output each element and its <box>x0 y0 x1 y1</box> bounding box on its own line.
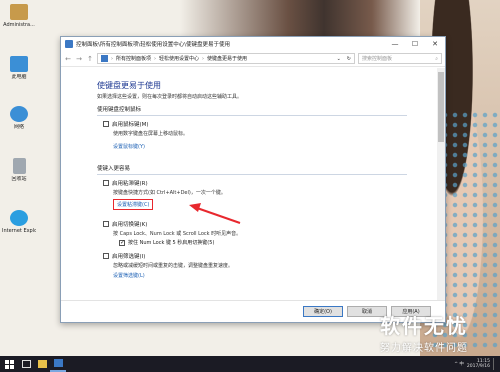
clock[interactable]: 11:15 2017/9/16 <box>467 359 490 369</box>
breadcrumb-ease-of-access[interactable]: 轻松使用设置中心 <box>159 55 199 62</box>
search-box[interactable]: 搜索控制面板 ⌕ <box>358 53 442 64</box>
toggle-keys-hold-label: 按住 Num Lock 键 5 秒启用切换键(5) <box>128 240 215 246</box>
desktop-icon-user[interactable]: Administra... <box>2 4 36 28</box>
title-bar[interactable]: 控制面板\所有控制面板项\轻松使用设置中心\使键盘更易于使用 — ☐ ✕ <box>61 37 445 51</box>
toggle-keys-option[interactable]: 启用切换键(K) <box>103 220 437 228</box>
page-title: 使键盘更易于使用 <box>97 81 161 90</box>
toggle-keys-hold-option[interactable]: 按住 Num Lock 键 5 秒启用切换键(5) <box>119 239 437 246</box>
user-folder-icon <box>10 4 28 20</box>
task-view-button[interactable] <box>18 356 34 372</box>
desktop-icon-label: Administra... <box>3 22 35 28</box>
search-placeholder: 搜索控制面板 <box>362 56 393 62</box>
minimize-button[interactable]: — <box>385 37 405 51</box>
task-view-icon <box>21 360 31 368</box>
sticky-keys-option[interactable]: 启用粘滞键(R) <box>103 179 437 187</box>
filter-keys-checkbox[interactable] <box>103 253 109 259</box>
back-icon[interactable]: ← <box>64 55 72 63</box>
filter-keys-option[interactable]: 启用筛选键(I) <box>103 252 437 260</box>
crumb-separator: › <box>202 55 205 62</box>
mouse-keys-desc: 使用数字键盘在屏幕上移动鼠标。 <box>113 131 189 137</box>
annotation-arrow <box>189 203 241 224</box>
control-panel-small-icon <box>101 55 108 62</box>
toggle-keys-desc: 按 Caps Lock、Num Lock 或 Scroll Lock 时听见声音… <box>113 231 242 237</box>
settings-content: 使键盘更易于使用 如果选择这些设置，则在每次登录时都将自动启动这些辅助工具。 使… <box>61 68 437 300</box>
wallpaper-photo-top <box>180 0 420 40</box>
vertical-scrollbar[interactable] <box>437 68 445 300</box>
filter-keys-settings-link[interactable]: 设置筛选键(L) <box>113 272 437 279</box>
watermark-subtitle: 努力解决软件问题 <box>380 343 468 354</box>
taskbar-control-panel[interactable] <box>50 356 66 372</box>
computer-icon <box>10 56 28 72</box>
sticky-keys-checkbox[interactable] <box>103 180 109 186</box>
sticky-keys-desc: 按键盘快捷方式(如 Ctrl+Alt+Del)，一次一个键。 <box>113 190 226 196</box>
filter-keys-label: 启用筛选键(I) <box>112 254 146 260</box>
watermark-title: 软件无忧 <box>380 314 468 338</box>
scrollbar-thumb[interactable] <box>438 72 444 142</box>
network-icon <box>10 106 28 122</box>
search-icon: ⌕ <box>435 55 438 62</box>
desktop-icon-label: 回收站 <box>11 176 27 182</box>
up-icon[interactable]: ↑ <box>86 55 94 63</box>
sticky-keys-label: 启用粘滞键(R) <box>112 181 148 187</box>
refresh-icon[interactable]: ↻ <box>347 56 354 62</box>
desktop-icon-network[interactable]: 网络 <box>2 106 36 130</box>
mouse-keys-label: 启用鼠标键(M) <box>112 122 149 128</box>
tray-icons[interactable]: ^ 中 <box>454 361 464 367</box>
ok-button[interactable]: 确定(O) <box>303 306 343 317</box>
toggle-keys-label: 启用切换键(K) <box>112 222 148 228</box>
desktop-icon-ie[interactable]: Internet Explorer <box>2 210 36 234</box>
control-panel-taskbar-icon <box>53 359 63 367</box>
desktop-icon-label: Internet Explorer <box>2 228 36 234</box>
address-bar[interactable]: › 所有控制面板项 › 轻松使用设置中心 › 使键盘更易于使用 ⌄ ↻ <box>97 53 355 64</box>
close-button[interactable]: ✕ <box>425 37 445 51</box>
control-panel-icon <box>65 40 73 48</box>
breadcrumb-all-items[interactable]: 所有控制面板项 <box>116 55 151 62</box>
control-panel-window: 控制面板\所有控制面板项\轻松使用设置中心\使键盘更易于使用 — ☐ ✕ ← →… <box>60 36 446 323</box>
page-description: 如果选择这些设置，则在每次登录时都将自动启动这些辅助工具。 <box>97 94 243 100</box>
windows-logo-icon <box>4 359 14 369</box>
file-explorer-icon <box>37 360 47 368</box>
mouse-keys-checkbox[interactable] <box>103 121 109 127</box>
section-heading-typing: 使键入更容易 <box>97 164 407 175</box>
system-tray: ^ 中 11:15 2017/9/16 <box>454 358 500 370</box>
mouse-keys-option[interactable]: 启用鼠标键(M) <box>103 120 437 128</box>
toggle-keys-checkbox[interactable] <box>103 221 109 227</box>
section-heading-mouse-keys: 使用键盘控制鼠标 <box>97 105 407 116</box>
clock-date: 2017/9/16 <box>466 364 490 369</box>
sticky-keys-settings-link[interactable]: 设置粘滞键(C) <box>113 199 154 210</box>
desktop-icon-label: 网络 <box>13 124 24 130</box>
start-button[interactable] <box>0 356 18 372</box>
address-row: ← → ↑ › 所有控制面板项 › 轻松使用设置中心 › 使键盘更易于使用 ⌄ … <box>61 51 445 67</box>
mouse-keys-settings-link[interactable]: 设置鼠标键(Y) <box>113 143 437 150</box>
desktop-icon-recycle[interactable]: 回收站 <box>2 158 36 182</box>
window-title: 控制面板\所有控制面板项\轻松使用设置中心\使键盘更易于使用 <box>76 42 231 48</box>
forward-icon[interactable]: → <box>75 55 83 63</box>
taskbar: ^ 中 11:15 2017/9/16 <box>0 356 500 372</box>
crumb-separator: › <box>111 55 113 62</box>
maximize-button[interactable]: ☐ <box>405 37 425 51</box>
desktop-icon-computer[interactable]: 此电脑 <box>2 56 36 80</box>
breadcrumb-keyboard[interactable]: 使键盘更易于使用 <box>207 55 247 62</box>
ie-icon <box>10 210 28 226</box>
taskbar-explorer[interactable] <box>34 356 50 372</box>
crumb-separator: › <box>154 55 157 62</box>
watermark: 软件无忧 努力解决软件问题 <box>380 310 498 356</box>
show-desktop-button[interactable] <box>493 358 496 370</box>
filter-keys-desc: 忽略或减缓短时间或重复的击键，调整键盘重复速度。 <box>113 263 234 269</box>
desktop-icon-label: 此电脑 <box>11 74 27 80</box>
recycle-bin-icon <box>12 158 26 174</box>
address-dropdown-icon[interactable]: ⌄ <box>337 56 344 62</box>
toggle-keys-hold-checkbox[interactable] <box>119 239 125 246</box>
